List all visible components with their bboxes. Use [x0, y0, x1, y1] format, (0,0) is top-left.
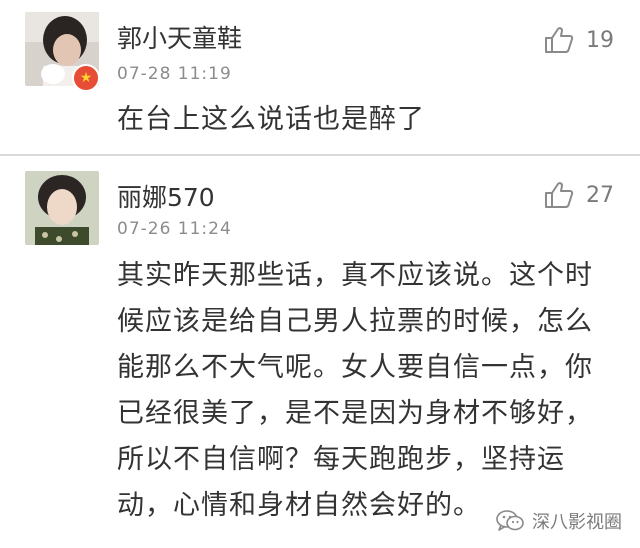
thumbs-up-icon [544, 181, 574, 209]
like-button[interactable]: 27 [544, 181, 614, 209]
like-count: 27 [586, 182, 614, 208]
like-button[interactable]: 19 [544, 26, 614, 54]
comment-timestamp: 07-26 11:24 [117, 219, 232, 239]
wechat-icon [496, 509, 524, 533]
watermark: 深八影视圈 [496, 508, 622, 534]
comment-item: ★ 郭小天童鞋 07-28 11:19 19 在台上这么说话也是醉了 [0, 0, 640, 155]
comment-list: ★ 郭小天童鞋 07-28 11:19 19 在台上这么说话也是醉了 丽娜570… [0, 0, 640, 548]
username[interactable]: 丽娜570 [117, 178, 215, 214]
avatar[interactable] [25, 171, 99, 245]
verified-star-icon: ★ [72, 64, 100, 92]
watermark-label: 深八影视圈 [532, 512, 622, 533]
thumbs-up-icon [544, 26, 574, 54]
comment-item: 丽娜570 07-26 11:24 27 其实昨天那些话，真不应该说。这个时候应… [0, 157, 640, 548]
username[interactable]: 郭小天童鞋 [117, 19, 242, 55]
divider [0, 154, 640, 156]
comment-text: 其实昨天那些话，真不应该说。这个时候应该是给自己男人拉票的时候，怎么能那么不大气… [117, 260, 593, 521]
like-count: 19 [586, 27, 614, 53]
comment-timestamp: 07-28 11:19 [117, 64, 232, 84]
comment-text: 在台上这么说话也是醉了 [117, 104, 425, 135]
